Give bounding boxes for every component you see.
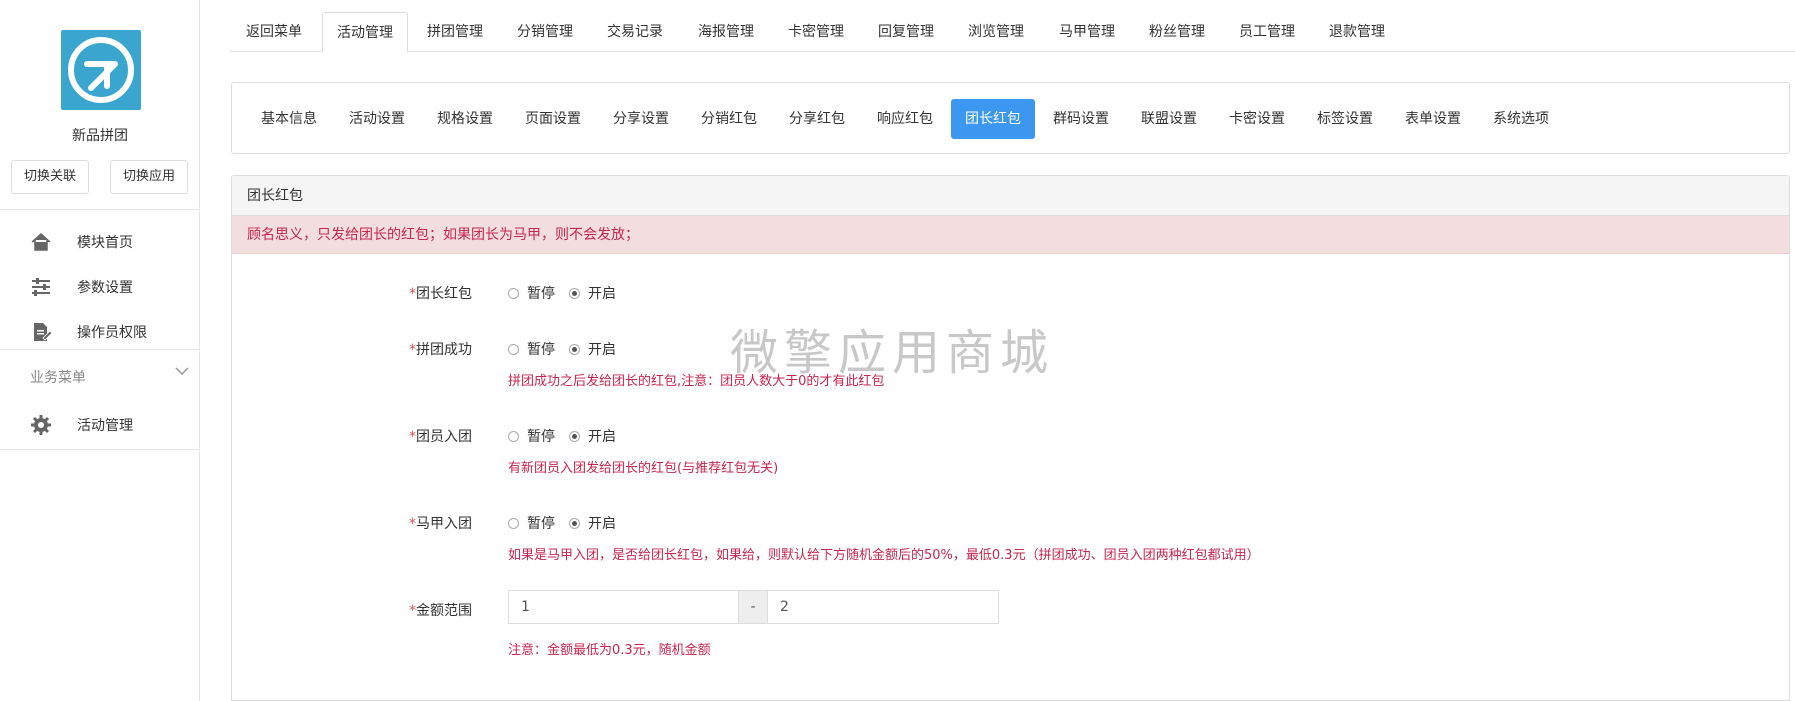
radio-group-success-pause[interactable]: 暂停: [508, 339, 555, 359]
radio-leader-redpacket-on[interactable]: 开启: [569, 283, 616, 303]
radio-leader-redpacket-pause[interactable]: 暂停: [508, 283, 555, 303]
sidebar-divider: [0, 209, 200, 210]
tab-refund-management[interactable]: 退款管理: [1315, 12, 1399, 52]
sidebar-item-module-home[interactable]: 模块首页: [0, 221, 200, 261]
subtab-leader-redpacket[interactable]: 团长红包: [951, 99, 1035, 139]
sidebar-item-params[interactable]: 参数设置: [0, 266, 200, 306]
amount-min-input[interactable]: 1: [508, 590, 739, 624]
hint-amount-range: 注意：金额最低为0.3元，随机金额: [508, 643, 711, 658]
switch-link-button[interactable]: 切换关联: [11, 160, 90, 194]
subtab-response-redpacket[interactable]: 响应红包: [863, 99, 947, 139]
switch-app-button[interactable]: 切换应用: [110, 160, 189, 194]
subtab-spec-settings[interactable]: 规格设置: [423, 99, 507, 139]
field-label-vest-join: *马甲入团: [409, 516, 472, 532]
tab-staff-management[interactable]: 员工管理: [1225, 12, 1309, 52]
sidebar-item-label: 模块首页: [77, 235, 133, 251]
gear-icon: [31, 415, 51, 435]
subtab-card-key-settings[interactable]: 卡密设置: [1215, 99, 1299, 139]
tab-poster-management[interactable]: 海报管理: [684, 12, 768, 52]
tab-transaction-records[interactable]: 交易记录: [593, 12, 677, 52]
tab-distribution-management[interactable]: 分销管理: [503, 12, 587, 52]
app-logo: [61, 30, 141, 110]
subtab-activity-settings[interactable]: 活动设置: [335, 99, 419, 139]
sidebar-item-label: 操作员权限: [77, 325, 147, 341]
subtab-share-settings[interactable]: 分享设置: [599, 99, 683, 139]
field-label-group-success: *拼团成功: [409, 342, 472, 358]
tab-activity-management[interactable]: 活动管理: [322, 12, 408, 53]
sidebar-divider: [0, 449, 200, 450]
watermark: 微擎应用商城: [730, 325, 1055, 381]
field-label-member-join: *团员入团: [409, 429, 472, 445]
sidebar: 新品拼团 切换关联 切换应用 模块首页 参数设置 操作员权限 业务菜单 活动管理: [0, 0, 200, 701]
tab-back-menu[interactable]: 返回菜单: [232, 12, 316, 52]
subtab-basic-info[interactable]: 基本信息: [247, 99, 331, 139]
panel-notice: 顾名思义，只发给团长的红包；如果团长为马甲，则不会发放；: [232, 216, 1789, 254]
radio-vest-join-on[interactable]: 开启: [569, 513, 616, 533]
radio-group-success-on[interactable]: 开启: [569, 339, 616, 359]
amount-range-separator: -: [739, 590, 767, 624]
subtab-alliance-settings[interactable]: 联盟设置: [1127, 99, 1211, 139]
panel-title: 团长红包: [232, 176, 1789, 216]
tab-browse-management[interactable]: 浏览管理: [954, 12, 1038, 52]
sliders-icon: [32, 278, 50, 296]
subtab-tag-settings[interactable]: 标签设置: [1303, 99, 1387, 139]
leader-redpacket-panel: 团长红包 顾名思义，只发给团长的红包；如果团长为马甲，则不会发放； *团长红包 …: [231, 175, 1790, 701]
subtab-distribution-redpacket[interactable]: 分销红包: [687, 99, 771, 139]
tab-vest-management[interactable]: 马甲管理: [1045, 12, 1129, 52]
document-edit-icon: [34, 323, 52, 341]
subtab-page-settings[interactable]: 页面设置: [511, 99, 595, 139]
hint-member-join: 有新团员入团发给团长的红包(与推荐红包无关): [508, 461, 779, 476]
app-name: 新品拼团: [72, 128, 128, 144]
top-tabs: 返回菜单 活动管理 拼团管理 分销管理 交易记录 海报管理 卡密管理 回复管理 …: [230, 12, 1795, 53]
field-label-leader-redpacket: *团长红包: [409, 286, 472, 302]
subtab-form-settings[interactable]: 表单设置: [1391, 99, 1475, 139]
hint-vest-join: 如果是马甲入团，是否给团长红包，如果给，则默认给下方随机金额后的50%，最低0.…: [508, 548, 1260, 563]
subtab-system-options[interactable]: 系统选项: [1479, 99, 1563, 139]
radio-vest-join-pause[interactable]: 暂停: [508, 513, 555, 533]
subtab-group-code-settings[interactable]: 群码设置: [1039, 99, 1123, 139]
radio-member-join-pause[interactable]: 暂停: [508, 426, 555, 446]
sidebar-item-label: 参数设置: [77, 280, 133, 296]
sidebar-divider: [0, 349, 200, 350]
app-logo-icon: [68, 37, 134, 103]
sub-tabs-panel: 基本信息 活动设置 规格设置 页面设置 分享设置 分销红包 分享红包 响应红包 …: [231, 82, 1790, 154]
sidebar-group-title[interactable]: 业务菜单: [30, 367, 86, 387]
subtab-share-redpacket[interactable]: 分享红包: [775, 99, 859, 139]
tab-reply-management[interactable]: 回复管理: [864, 12, 948, 52]
radio-member-join-on[interactable]: 开启: [569, 426, 616, 446]
sidebar-item-label: 活动管理: [77, 418, 133, 434]
field-label-amount-range: *金额范围: [409, 603, 472, 619]
amount-max-input[interactable]: 2: [767, 590, 999, 624]
chevron-down-icon[interactable]: [175, 366, 189, 376]
tab-card-key-management[interactable]: 卡密管理: [774, 12, 858, 52]
tab-group-management[interactable]: 拼团管理: [413, 12, 497, 52]
tab-fans-management[interactable]: 粉丝管理: [1135, 12, 1219, 52]
home-icon: [31, 232, 51, 251]
sidebar-item-activity-management[interactable]: 活动管理: [0, 404, 200, 444]
sidebar-item-operator-permissions[interactable]: 操作员权限: [0, 311, 200, 351]
